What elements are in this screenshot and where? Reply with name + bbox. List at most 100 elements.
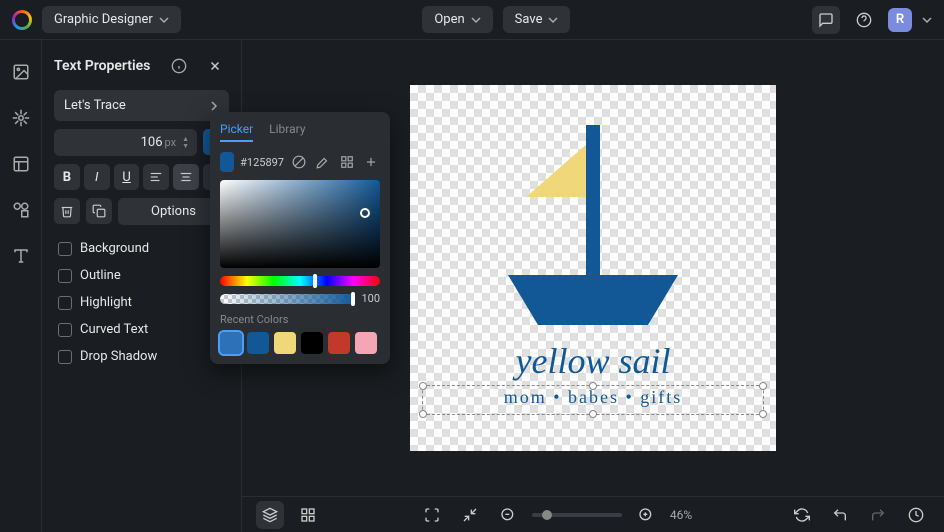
- selection-handle[interactable]: [759, 410, 767, 418]
- italic-button[interactable]: I: [84, 164, 110, 190]
- underline-button[interactable]: U: [114, 164, 140, 190]
- selection-handle[interactable]: [759, 382, 767, 390]
- app-logo[interactable]: [12, 10, 32, 30]
- rail-image[interactable]: [7, 58, 35, 86]
- saturation-value-area[interactable]: [220, 180, 380, 268]
- fit-button[interactable]: [456, 501, 484, 529]
- bold-button[interactable]: B: [54, 164, 80, 190]
- color-picker-popup: Picker Library #125897 100 Recent Colors: [210, 112, 390, 364]
- save-menu[interactable]: Save: [503, 6, 571, 33]
- rail-text[interactable]: [7, 242, 35, 270]
- recent-colors-label: Recent Colors: [220, 313, 380, 326]
- refresh-button[interactable]: [788, 501, 816, 529]
- checkbox: [58, 323, 72, 337]
- check-highlight[interactable]: Highlight: [54, 289, 229, 316]
- recent-color-swatch[interactable]: [247, 332, 269, 354]
- chevron-down-icon[interactable]: [922, 15, 932, 25]
- font-family-select[interactable]: Let's Trace: [54, 90, 229, 121]
- size-down[interactable]: ▼: [182, 143, 189, 150]
- refresh-icon: [794, 507, 810, 523]
- alpha-cursor[interactable]: [351, 292, 355, 306]
- help-button[interactable]: [850, 6, 878, 34]
- chat-icon: [818, 12, 834, 28]
- selection-handle[interactable]: [419, 410, 427, 418]
- eyedropper-icon: [316, 155, 330, 169]
- trash-icon: [60, 204, 74, 218]
- palette-grid-button[interactable]: [338, 153, 356, 171]
- selection-handle[interactable]: [419, 382, 427, 390]
- boat-graphic[interactable]: [478, 105, 708, 325]
- selection-box[interactable]: [422, 385, 764, 415]
- alpha-slider[interactable]: [220, 294, 355, 304]
- check-drop-shadow[interactable]: Drop Shadow: [54, 343, 229, 370]
- history-button[interactable]: [902, 501, 930, 529]
- open-menu[interactable]: Open: [422, 6, 492, 33]
- add-color-button[interactable]: [362, 153, 380, 171]
- picker-tab-picker[interactable]: Picker: [220, 122, 253, 142]
- check-curved-text[interactable]: Curved Text: [54, 316, 229, 343]
- layers-icon: [262, 507, 278, 523]
- recent-color-swatch[interactable]: [328, 332, 350, 354]
- user-avatar[interactable]: R: [888, 8, 912, 32]
- panel-info[interactable]: [165, 52, 193, 80]
- undo-icon: [832, 507, 848, 523]
- hue-slider[interactable]: [220, 276, 380, 286]
- plus-icon: [638, 507, 654, 523]
- duplicate-button[interactable]: [86, 198, 112, 224]
- recent-color-swatch[interactable]: [355, 332, 377, 354]
- layers-button[interactable]: [256, 501, 284, 529]
- recent-color-swatch[interactable]: [220, 332, 242, 354]
- artboard[interactable]: yellow sail mom • babes • gifts: [410, 85, 776, 451]
- plus-icon: [364, 155, 378, 169]
- comments-button[interactable]: [812, 6, 840, 34]
- undo-button[interactable]: [826, 501, 854, 529]
- help-icon: [856, 12, 872, 28]
- rail-adjust[interactable]: [7, 104, 35, 132]
- copy-icon: [92, 204, 106, 218]
- alpha-value: 100: [361, 292, 380, 305]
- grid-icon: [340, 155, 354, 169]
- redo-button[interactable]: [864, 501, 892, 529]
- info-icon: [171, 58, 187, 74]
- chevron-right-icon: [209, 101, 219, 111]
- selection-handle[interactable]: [589, 410, 597, 418]
- fullscreen-button[interactable]: [418, 501, 446, 529]
- minus-icon: [500, 507, 516, 523]
- grid-button[interactable]: [294, 501, 322, 529]
- align-left-button[interactable]: [143, 164, 169, 190]
- check-outline[interactable]: Outline: [54, 262, 229, 289]
- zoom-knob[interactable]: [542, 510, 552, 520]
- zoom-slider[interactable]: [532, 513, 622, 517]
- align-center-button[interactable]: [173, 164, 199, 190]
- shapes-icon: [12, 201, 30, 219]
- artwork-title[interactable]: yellow sail: [410, 340, 776, 382]
- sv-cursor[interactable]: [360, 208, 370, 218]
- recent-color-swatch[interactable]: [274, 332, 296, 354]
- role-dropdown[interactable]: Graphic Designer: [42, 6, 181, 33]
- selection-handle[interactable]: [589, 382, 597, 390]
- delete-button[interactable]: [54, 198, 80, 224]
- underline-icon: U: [122, 170, 130, 185]
- zoom-percent: 46%: [670, 508, 692, 522]
- italic-icon: I: [95, 170, 98, 185]
- eyedropper-button[interactable]: [314, 153, 332, 171]
- panel-title: Text Properties: [54, 58, 157, 74]
- chevron-down-icon: [159, 15, 169, 25]
- apps-icon: [300, 507, 316, 523]
- zoom-in-button[interactable]: [632, 501, 660, 529]
- check-background[interactable]: Background: [54, 235, 229, 262]
- font-size-input[interactable]: 106 px ▲▼: [54, 129, 197, 156]
- hex-input[interactable]: #125897: [240, 156, 284, 169]
- no-color-button[interactable]: [290, 153, 308, 171]
- rail-shapes[interactable]: [7, 196, 35, 224]
- fullscreen-icon: [424, 507, 440, 523]
- picker-tab-library[interactable]: Library: [269, 122, 305, 142]
- hue-cursor[interactable]: [313, 274, 317, 288]
- recent-color-swatch[interactable]: [301, 332, 323, 354]
- panel-close[interactable]: [201, 52, 229, 80]
- align-center-icon: [179, 170, 193, 184]
- no-color-icon: [292, 155, 306, 169]
- role-label: Graphic Designer: [54, 12, 153, 27]
- rail-templates[interactable]: [7, 150, 35, 178]
- zoom-out-button[interactable]: [494, 501, 522, 529]
